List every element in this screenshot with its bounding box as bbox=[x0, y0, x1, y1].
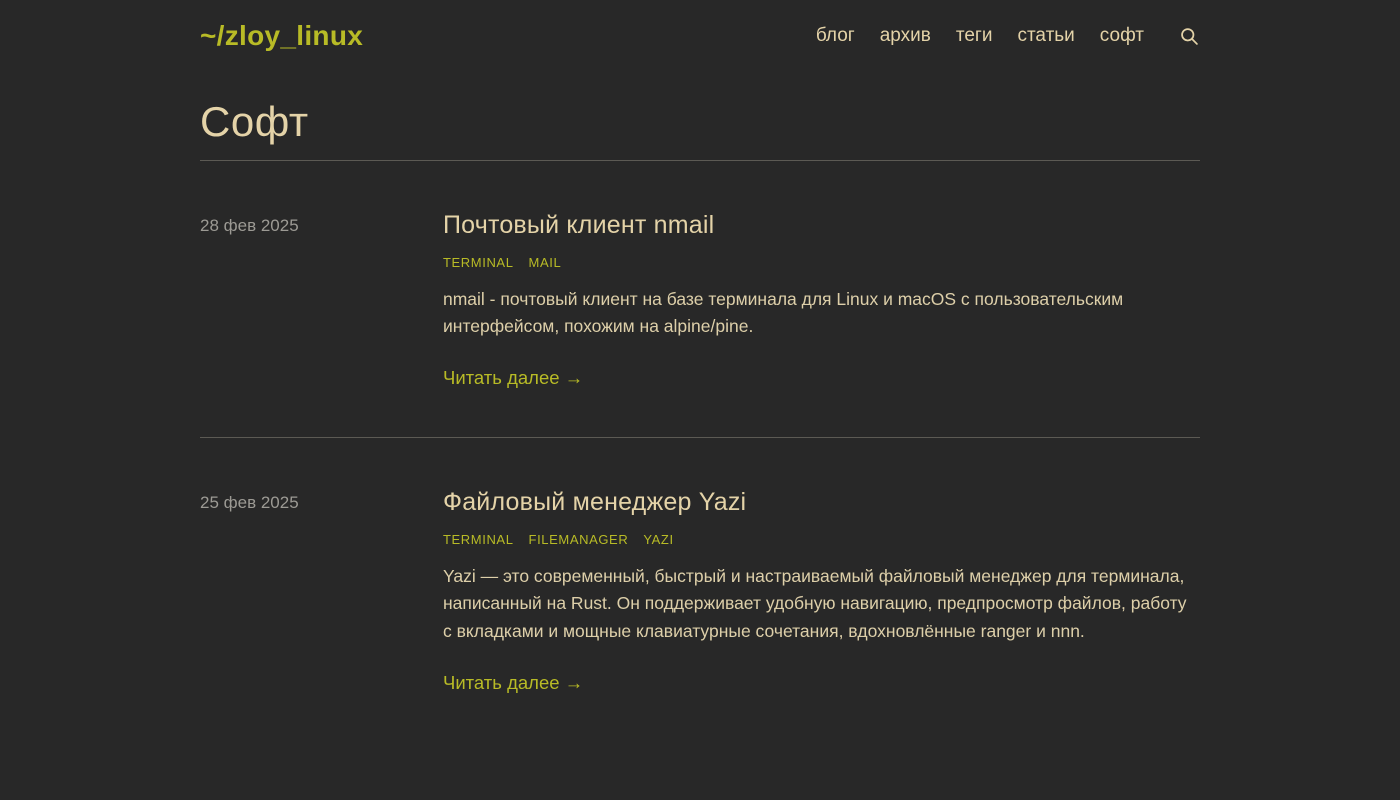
site-header: ~/zloy_linux блог архив теги статьи софт bbox=[200, 0, 1200, 52]
post-excerpt: Yazi — это современный, быстрый и настра… bbox=[443, 563, 1188, 644]
post-item-nmail: 28 фев 2025 Почтовый клиент nmail TERMIN… bbox=[200, 161, 1200, 437]
post-tags: TERMINAL MAIL bbox=[443, 255, 1200, 270]
post-tags: TERMINAL FILEMANAGER YAZI bbox=[443, 532, 1200, 547]
post-item-yazi: 25 фев 2025 Файловый менеджер Yazi TERMI… bbox=[200, 438, 1200, 741]
nav-item-blog[interactable]: блог bbox=[816, 25, 855, 47]
tag-filemanager[interactable]: FILEMANAGER bbox=[529, 532, 629, 547]
site-logo[interactable]: ~/zloy_linux bbox=[200, 20, 363, 52]
post-title-link[interactable]: Почтовый клиент nmail bbox=[443, 211, 714, 239]
tag-terminal[interactable]: TERMINAL bbox=[443, 255, 514, 270]
post-title: Почтовый клиент nmail bbox=[443, 211, 1200, 240]
nav-item-articles[interactable]: статьи bbox=[1017, 25, 1074, 47]
post-date: 28 фев 2025 bbox=[200, 211, 443, 389]
tag-terminal[interactable]: TERMINAL bbox=[443, 532, 514, 547]
nav-item-tags[interactable]: теги bbox=[956, 25, 993, 47]
post-date: 25 фев 2025 bbox=[200, 488, 443, 693]
post-title: Файловый менеджер Yazi bbox=[443, 488, 1200, 517]
post-body: Почтовый клиент nmail TERMINAL MAIL nmai… bbox=[443, 211, 1200, 389]
post-title-link[interactable]: Файловый менеджер Yazi bbox=[443, 488, 746, 516]
read-more-link[interactable]: Читать далее → bbox=[443, 367, 583, 389]
post-excerpt: nmail - почтовый клиент на базе терминал… bbox=[443, 286, 1188, 340]
search-icon bbox=[1179, 26, 1200, 47]
main-nav: блог архив теги статьи софт bbox=[816, 25, 1200, 47]
tag-yazi[interactable]: YAZI bbox=[643, 532, 673, 547]
read-more-link[interactable]: Читать далее → bbox=[443, 672, 583, 694]
nav-item-archive[interactable]: архив bbox=[880, 25, 931, 47]
tag-mail[interactable]: MAIL bbox=[529, 255, 562, 270]
page-title: Софт bbox=[200, 98, 1200, 160]
nav-item-soft[interactable]: софт bbox=[1100, 25, 1144, 47]
post-body: Файловый менеджер Yazi TERMINAL FILEMANA… bbox=[443, 488, 1200, 693]
main-content: Софт 28 фев 2025 Почтовый клиент nmail T… bbox=[200, 98, 1200, 742]
search-button[interactable] bbox=[1179, 26, 1200, 47]
